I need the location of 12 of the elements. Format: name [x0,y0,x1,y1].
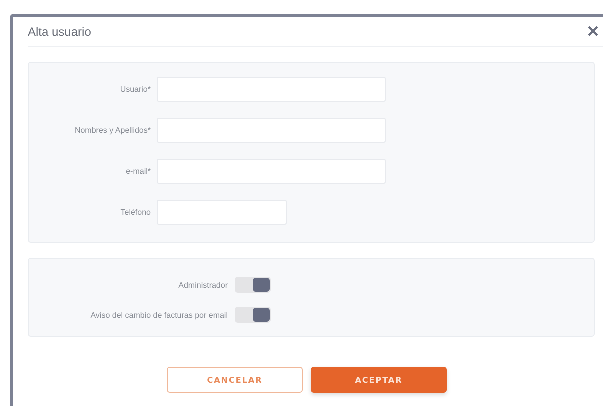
field-label: Usuario* [119,85,151,94]
field-label: Teléfono [120,208,151,217]
toggle-label: Aviso del cambio de facturas por email [90,310,228,320]
window-title: Alta usuario [28,24,92,38]
toggle-switch[interactable] [235,277,271,293]
close-button[interactable]: × [587,22,599,42]
accept-button[interactable]: ACEPTAR [311,367,447,393]
field-label: e-mail* [125,167,151,176]
toggle-switch[interactable] [235,307,271,323]
cancel-button[interactable]: CANCELAR [167,367,303,393]
field-label: Nombres y Apellidos* [74,126,151,135]
toggle-label: Administrador [178,280,228,290]
